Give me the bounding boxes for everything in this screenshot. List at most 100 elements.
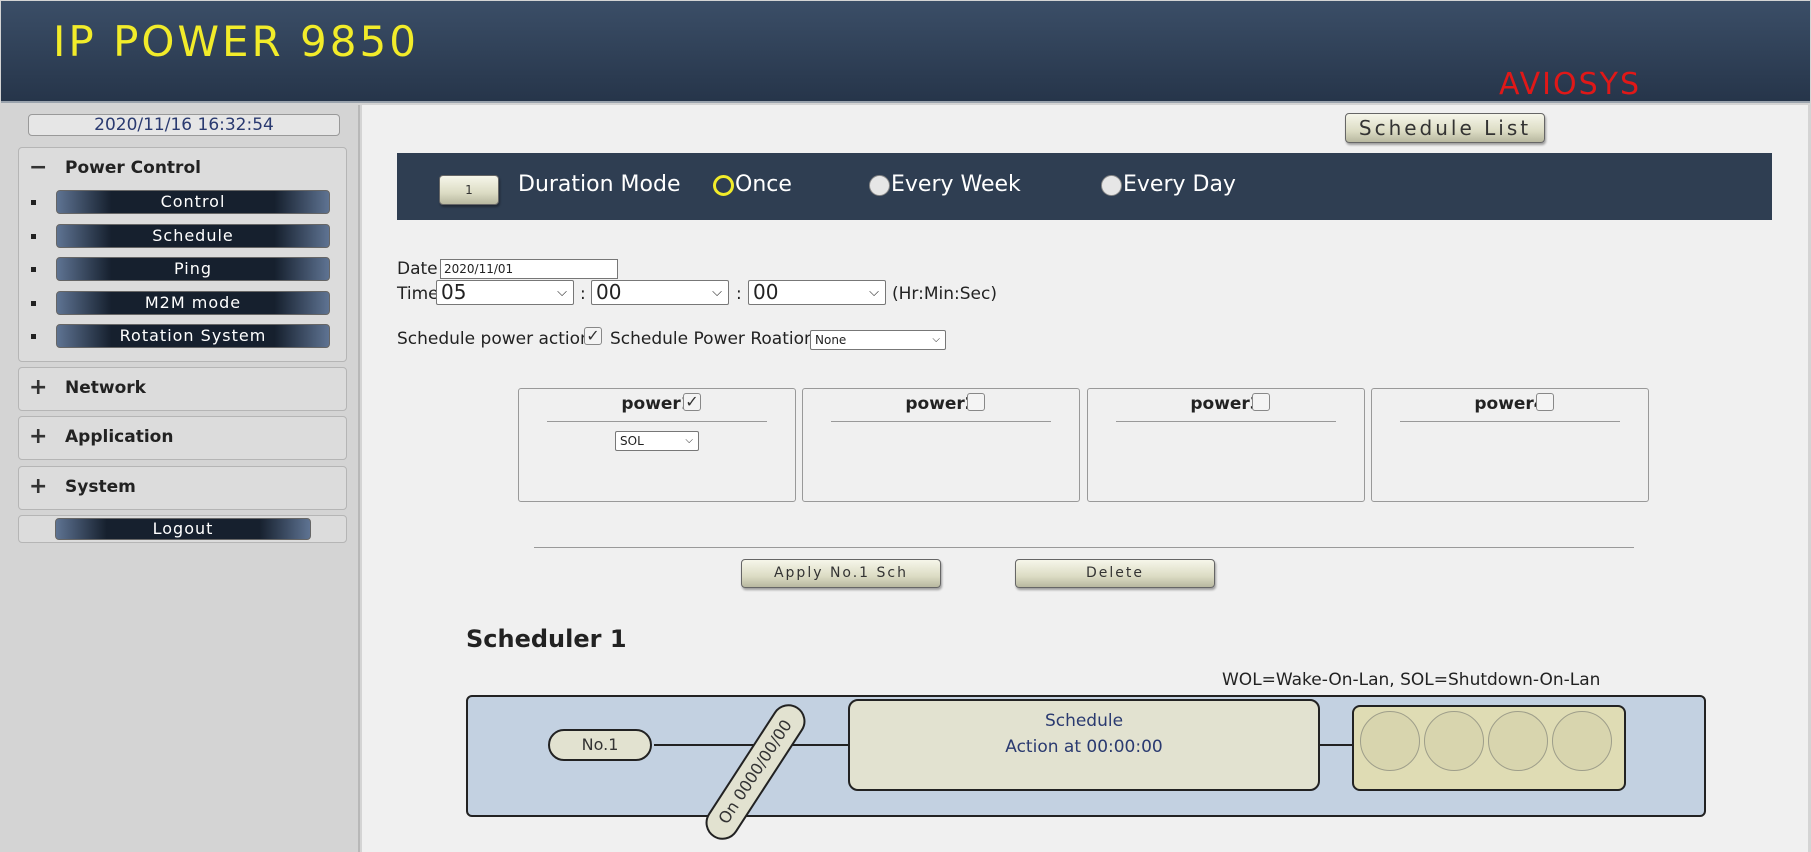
delete-schedule-button[interactable]: Delete <box>1015 559 1215 588</box>
nav-rotation-button[interactable]: Rotation System <box>56 324 330 348</box>
schedule-power-action-checkbox[interactable]: ✓ <box>584 327 602 345</box>
bullet-icon <box>31 199 36 205</box>
system-label: System <box>65 477 136 497</box>
divider <box>1400 421 1620 422</box>
logout-group: Logout <box>18 515 347 543</box>
outlet-4-icon <box>1552 711 1612 771</box>
divider <box>1116 421 1336 422</box>
power3-checkbox[interactable] <box>1252 393 1270 411</box>
bullet-icon <box>31 300 36 306</box>
chevron-down-icon: ⌵ <box>932 334 940 345</box>
chevron-down-icon: ⌵ <box>685 435 693 446</box>
hour-value: 05 <box>441 280 467 304</box>
mode-every-week-label: Every Week <box>891 172 1021 197</box>
collapse-icon: − <box>29 155 48 180</box>
schedule-list-button[interactable]: Schedule List <box>1345 113 1545 143</box>
system-toggle[interactable]: + System <box>29 475 136 499</box>
power3-title: power3 <box>1088 393 1364 415</box>
expand-icon: + <box>29 375 48 400</box>
connector-line <box>784 744 850 746</box>
bullet-icon <box>31 266 36 272</box>
date-label: Date <box>397 259 438 279</box>
nav-control-button[interactable]: Control <box>56 190 330 214</box>
minute-value: 00 <box>596 280 622 304</box>
nav-ping-button[interactable]: Ping <box>56 257 330 281</box>
power1-title: power1 <box>519 393 795 415</box>
legend-note: WOL=Wake-On-Lan, SOL=Shutdown-On-Lan <box>1222 670 1601 690</box>
power-control-group: − Power Control Control Schedule Ping M2… <box>18 147 347 362</box>
power3-box: power3 <box>1087 388 1365 502</box>
mode-every-day-radio[interactable]: Every Day <box>1101 171 1236 199</box>
power4-label: power4 <box>1474 394 1546 414</box>
nav-row-m2m: M2M mode <box>31 291 330 315</box>
divider <box>831 421 1051 422</box>
device-clock: 2020/11/16 16:32:54 <box>28 114 340 136</box>
second-select[interactable]: 00 ⌵ <box>748 280 886 305</box>
radio-selected-icon <box>713 174 734 196</box>
power2-box: power2 <box>802 388 1080 502</box>
application-label: Application <box>65 427 174 447</box>
brand-logo: AVIOSYS <box>1499 67 1641 102</box>
nav-row-rotation: Rotation System <box>31 324 330 348</box>
schedule-power-rotation-label: Schedule Power Roation <box>610 329 815 349</box>
power1-action-select[interactable]: SOL ⌵ <box>615 431 699 451</box>
connector-line <box>1318 744 1354 746</box>
time-separator: : <box>736 284 742 304</box>
network-toggle[interactable]: + Network <box>29 376 146 400</box>
time-separator: : <box>580 284 586 304</box>
network-label: Network <box>65 378 146 398</box>
main-content: Schedule List 1 Duration Mode Once Every… <box>362 105 1808 852</box>
date-input[interactable]: 2020/11/01 <box>440 259 618 279</box>
scheduler-diagram: No.1 On 0000/00/00 Schedule Action at 00… <box>466 695 1706 847</box>
outlet-3-icon <box>1488 711 1548 771</box>
schedule-card-title: Schedule <box>1044 711 1124 731</box>
power4-title: power4 <box>1372 393 1648 415</box>
system-group: + System <box>18 466 347 510</box>
time-label: Time <box>397 284 439 304</box>
outlet-status-card <box>1352 705 1626 791</box>
application-toggle[interactable]: + Application <box>29 425 173 449</box>
chevron-down-icon: ⌵ <box>712 285 722 300</box>
network-group: + Network <box>18 367 347 411</box>
schedule-number-button[interactable]: 1 <box>439 175 499 205</box>
outlet-1-icon <box>1360 711 1420 771</box>
app-title: IP POWER 9850 <box>53 17 419 66</box>
nav-m2m-button[interactable]: M2M mode <box>56 291 330 315</box>
power4-checkbox[interactable] <box>1536 393 1554 411</box>
power-control-toggle[interactable]: − Power Control <box>29 156 201 180</box>
power1-box: power1 ✓ SOL ⌵ <box>518 388 796 502</box>
schedule-card-action: Action at 00:00:00 <box>1005 737 1163 757</box>
nav-row-schedule: Schedule <box>31 224 330 248</box>
radio-unselected-icon <box>1101 174 1122 196</box>
power4-box: power4 <box>1371 388 1649 502</box>
mode-once-label: Once <box>735 172 792 197</box>
power1-action-value: SOL <box>620 434 644 448</box>
nav-row-ping: Ping <box>31 257 330 281</box>
power-rotation-select[interactable]: None ⌵ <box>810 330 946 350</box>
schedule-number-pill: No.1 <box>548 729 652 761</box>
nav-schedule-button[interactable]: Schedule <box>56 224 330 248</box>
logout-button[interactable]: Logout <box>55 518 311 540</box>
power2-label: power2 <box>905 394 977 414</box>
second-value: 00 <box>753 280 779 304</box>
minute-select[interactable]: 00 ⌵ <box>591 280 729 305</box>
on-date-pill: On 0000/00/00 <box>699 697 812 847</box>
divider <box>534 547 1634 548</box>
schedule-power-action-label: Schedule power action <box>397 329 591 349</box>
power-rotation-value: None <box>815 333 847 347</box>
hour-select[interactable]: 05 ⌵ <box>436 280 574 305</box>
chevron-down-icon: ⌵ <box>869 285 879 300</box>
divider <box>547 421 767 422</box>
mode-every-week-radio[interactable]: Every Week <box>869 171 1021 199</box>
bullet-icon <box>31 333 36 339</box>
mode-every-day-label: Every Day <box>1123 172 1236 197</box>
power2-checkbox[interactable] <box>967 393 985 411</box>
apply-schedule-button[interactable]: Apply No.1 Sch <box>741 559 941 588</box>
application-group: + Application <box>18 416 347 460</box>
power1-checkbox[interactable]: ✓ <box>683 393 701 411</box>
power1-label: power1 <box>621 394 693 414</box>
mode-once-radio[interactable]: Once <box>713 171 792 199</box>
duration-mode-bar: 1 Duration Mode Once Every Week Every Da… <box>397 153 1772 220</box>
power3-label: power3 <box>1190 394 1262 414</box>
sidebar: 2020/11/16 16:32:54 − Power Control Cont… <box>0 105 360 852</box>
